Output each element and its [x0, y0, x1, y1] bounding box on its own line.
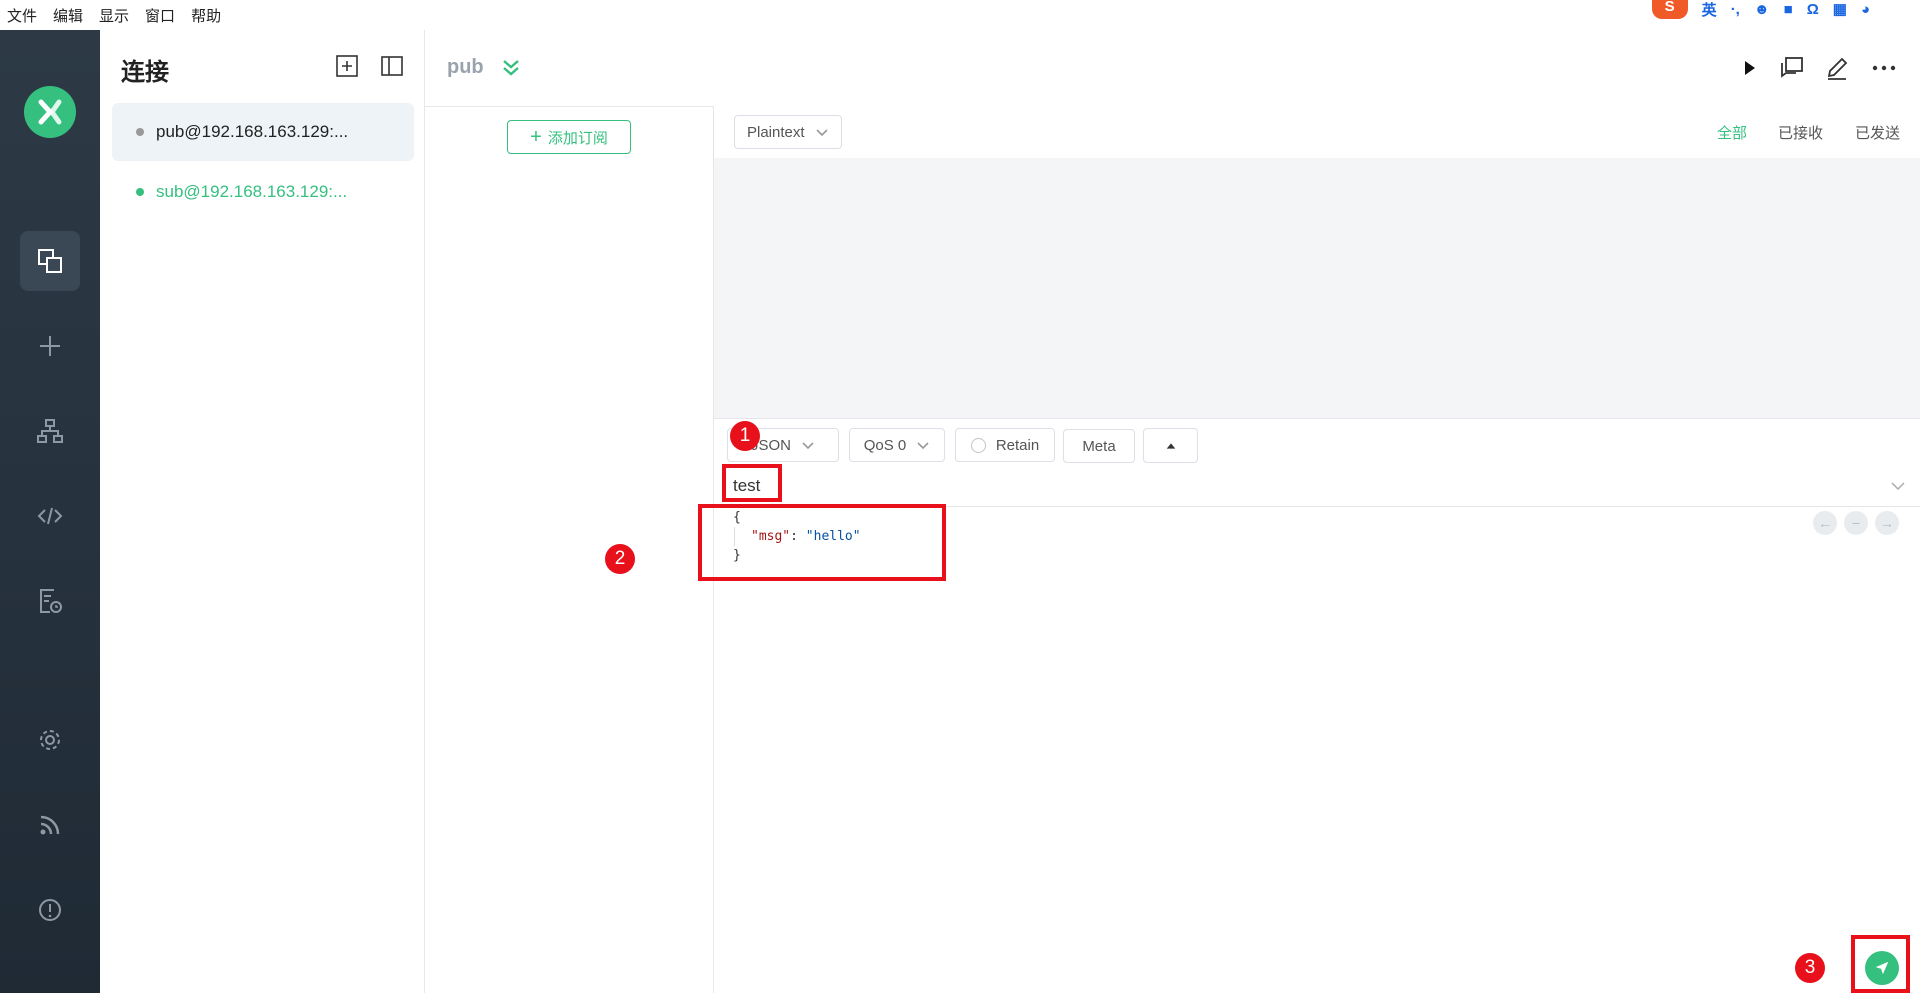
- punctuation-icon[interactable]: ·,: [1731, 1, 1740, 18]
- annotation-badge-1: 1: [730, 421, 760, 451]
- menu-window[interactable]: 窗口: [145, 0, 175, 34]
- connection-name: pub: [447, 56, 484, 78]
- radio-circle-icon: [970, 437, 986, 453]
- script-nav[interactable]: [20, 486, 80, 546]
- annotation-badge-2: 2: [605, 544, 635, 574]
- voice-icon[interactable]: ■: [1784, 1, 1793, 18]
- connections-title: 连接: [121, 59, 169, 86]
- plus-icon: [40, 336, 60, 356]
- annotation-badge-3: 3: [1795, 953, 1825, 983]
- system-tray: S 英 ·, ☻ ■ Ω ▦ ◕: [1651, 0, 1870, 20]
- menu-help[interactable]: 帮助: [191, 0, 221, 34]
- annotation-box-topic: [722, 464, 782, 502]
- new-window-button[interactable]: [1779, 55, 1805, 81]
- annotation-box-send: [1851, 935, 1910, 993]
- keyboard-icon[interactable]: ▦: [1833, 0, 1847, 18]
- menu-edit[interactable]: 编辑: [53, 0, 83, 34]
- connect-button[interactable]: [1736, 55, 1762, 81]
- add-subscription-button[interactable]: + 添加订阅: [507, 120, 631, 154]
- sogou-ime-icon[interactable]: S: [1651, 0, 1688, 19]
- topic-input-row[interactable]: [714, 468, 1920, 507]
- filter-all[interactable]: 全部: [1717, 122, 1747, 143]
- subscription-list: [425, 106, 714, 993]
- log-icon: [40, 589, 62, 613]
- history-clear-button[interactable]: −: [1844, 511, 1868, 535]
- ellipsis-icon: [1872, 65, 1896, 71]
- arrow-right-icon: →: [1880, 515, 1894, 531]
- log-nav[interactable]: [20, 571, 80, 631]
- connection-label: pub@192.168.163.129:...: [156, 122, 349, 141]
- retain-toggle[interactable]: Retain: [955, 428, 1055, 462]
- mqttx-logo: [24, 86, 76, 138]
- qos-select[interactable]: QoS 0: [849, 428, 945, 462]
- settings-nav[interactable]: [20, 710, 80, 770]
- chevron-down-icon: [802, 442, 814, 450]
- filter-received[interactable]: 已接收: [1778, 122, 1823, 143]
- minus-icon: −: [1851, 515, 1861, 531]
- subscription-feed-nav[interactable]: [20, 795, 80, 855]
- chevron-down-icon: [1891, 482, 1905, 491]
- plus-icon: +: [530, 126, 542, 148]
- info-icon: [39, 899, 61, 921]
- more-options-button[interactable]: [1871, 55, 1897, 81]
- message-list: [714, 158, 1920, 418]
- filter-sent[interactable]: 已发送: [1855, 122, 1900, 143]
- connection-status-dot: [136, 128, 144, 136]
- collapse-composer-button[interactable]: [1143, 428, 1198, 463]
- message-format-select[interactable]: Plaintext: [734, 115, 842, 149]
- code-icon: [37, 507, 63, 525]
- retain-label: Retain: [995, 436, 1040, 454]
- connection-header: [425, 30, 1920, 107]
- new-connection-nav[interactable]: [20, 316, 80, 376]
- comments-icon: [1781, 57, 1803, 78]
- menu-file[interactable]: 文件: [7, 0, 37, 34]
- skin-icon[interactable]: ◕: [1861, 1, 1870, 18]
- connection-item-pub[interactable]: pub@192.168.163.129:...: [112, 103, 414, 161]
- qos-value: QoS 0: [863, 436, 907, 454]
- menu-bar: 文件 编辑 显示 窗口 帮助: [0, 0, 1920, 30]
- play-icon: [1745, 61, 1755, 75]
- meta-button[interactable]: Meta: [1063, 429, 1135, 463]
- connection-label: sub@192.168.163.129:...: [156, 182, 348, 201]
- message-format-value: Plaintext: [747, 123, 805, 141]
- topology-nav[interactable]: [20, 401, 80, 461]
- meta-label: Meta: [1082, 437, 1116, 455]
- about-nav[interactable]: [20, 880, 80, 940]
- rss-icon: [40, 815, 60, 835]
- connections-nav[interactable]: [20, 231, 80, 291]
- chevron-down-icon: [815, 129, 828, 137]
- connections-icon: [38, 249, 62, 273]
- ime-language[interactable]: 英: [1702, 0, 1717, 20]
- arrow-left-icon: ←: [1818, 515, 1832, 531]
- pencil-icon: [1827, 57, 1848, 80]
- edit-connection-button[interactable]: [1824, 55, 1850, 81]
- menu-view[interactable]: 显示: [99, 0, 129, 34]
- topic-history-dropdown[interactable]: [1890, 478, 1906, 499]
- new-group-button[interactable]: [335, 54, 359, 78]
- emoji-icon[interactable]: ☻: [1754, 1, 1770, 18]
- toggle-panel-button[interactable]: [380, 54, 404, 78]
- history-next-button[interactable]: →: [1875, 511, 1899, 535]
- chevron-down-icon: [917, 442, 929, 450]
- add-subscription-label: 添加订阅: [547, 129, 608, 147]
- topology-icon: [37, 419, 63, 443]
- caret-up-icon: [1166, 442, 1175, 449]
- expand-details-button[interactable]: [498, 55, 524, 81]
- double-chevron-down-icon: [503, 60, 519, 76]
- history-prev-button[interactable]: ←: [1813, 511, 1837, 535]
- connection-item-sub[interactable]: sub@192.168.163.129:...: [112, 163, 414, 221]
- plus-square-icon: [336, 55, 358, 77]
- annotation-box-payload: [698, 504, 946, 581]
- sidebar-toggle-icon: [381, 56, 403, 76]
- symbol-icon[interactable]: Ω: [1807, 1, 1819, 18]
- connection-status-dot: [136, 188, 144, 196]
- gear-icon: [40, 730, 60, 750]
